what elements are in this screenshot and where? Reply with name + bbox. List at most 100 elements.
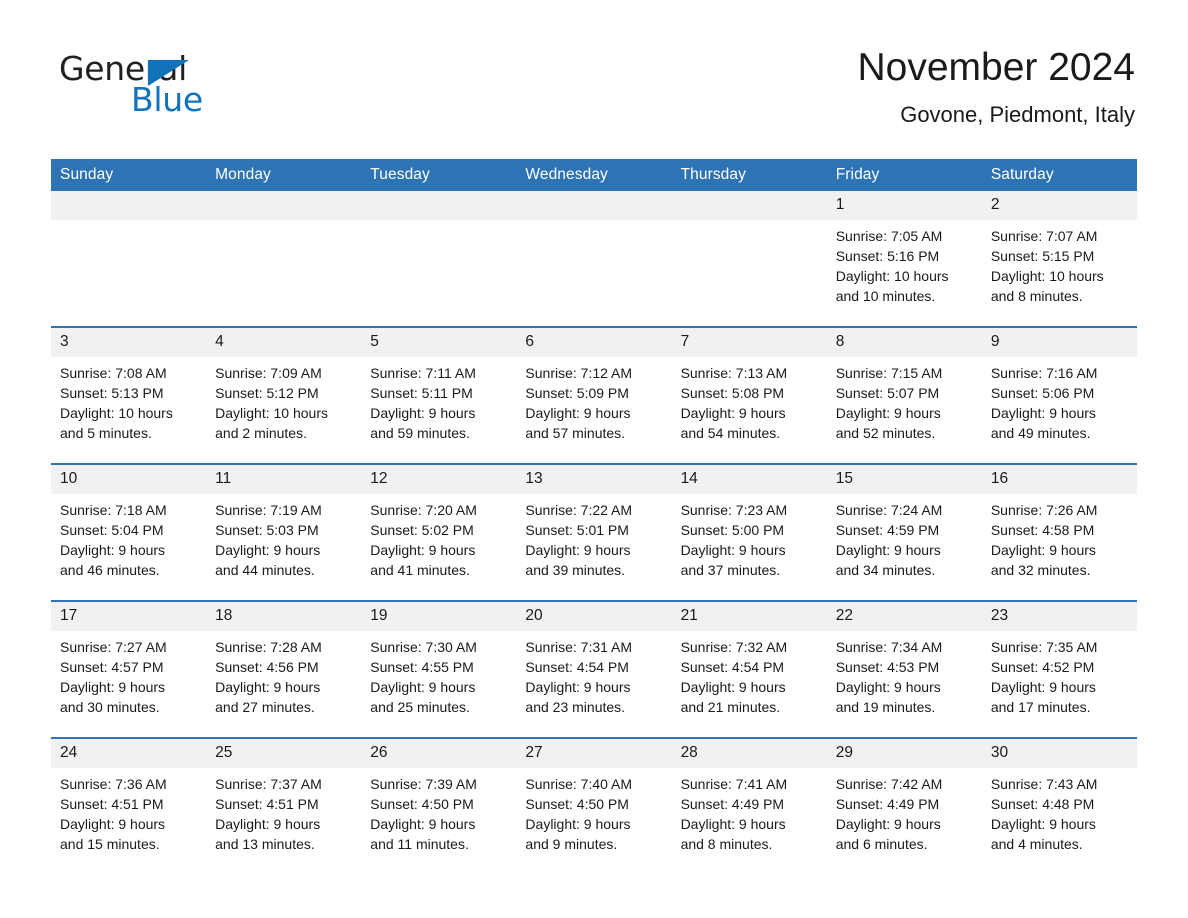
- calendar-grid: Sunday Monday Tuesday Wednesday Thursday…: [51, 159, 1137, 874]
- sunset-text: Sunset: 4:52 PM: [990, 659, 1095, 675]
- calendar-day-cell[interactable]: 19 Sunrise: 7:30 AM Sunset: 4:55 PM Dayligh…: [361, 600, 517, 738]
- daylight-text-line2: and 54 minutes.: [680, 425, 781, 441]
- calendar-day-cell[interactable]: 11 Sunrise: 7:19 AM Sunset: 5:03 PM Dayligh…: [206, 463, 362, 601]
- sunset-text: Sunset: 4:54 PM: [525, 659, 629, 675]
- daylight-text-line2: and 13 minutes.: [215, 836, 315, 852]
- day-sun-info: Sunrise: 7:35 AM Sunset: 4:52 PM Daylight:…: [982, 631, 1137, 717]
- day-cell-content: [516, 191, 672, 326]
- day-sun-info: Sunrise: 7:27 AM Sunset: 4:57 PM Daylight:…: [51, 631, 206, 717]
- daylight-text-line1: Daylight: 9 hours: [525, 542, 631, 558]
- calendar-day-cell[interactable]: 17 Sunrise: 7:27 AM Sunset: 4:57 PM Dayligh…: [51, 600, 207, 738]
- calendar-day-cell[interactable]: 9 Sunrise: 7:16 AM Sunset: 5:06 PM Daylight…: [981, 326, 1137, 464]
- calendar-day-cell-empty: [361, 191, 517, 327]
- day-number: 21: [671, 602, 827, 631]
- daylight-text-line1: Daylight: 10 hours: [990, 268, 1104, 284]
- day-number: 27: [516, 739, 672, 768]
- page-header: General Blue November 2024 Govone, Piedm…: [0, 0, 1188, 150]
- day-cell-content: 6 Sunrise: 7:12 AM Sunset: 5:09 PM Daylight…: [516, 328, 672, 463]
- general-blue-logo[interactable]: General Blue: [59, 52, 289, 122]
- calendar-day-cell[interactable]: 2 Sunrise: 7:07 AM Sunset: 5:15 PM Daylight…: [981, 191, 1137, 327]
- daylight-text-line2: and 39 minutes.: [525, 562, 626, 578]
- calendar-day-cell[interactable]: 22 Sunrise: 7:34 AM Sunset: 4:53 PM Dayligh…: [826, 600, 982, 738]
- daylight-text-line1: Daylight: 9 hours: [835, 542, 941, 558]
- calendar-day-cell[interactable]: 26 Sunrise: 7:39 AM Sunset: 4:50 PM Dayligh…: [361, 737, 517, 874]
- daylight-text-line2: and 9 minutes.: [525, 836, 618, 852]
- day-cell-content: 14 Sunrise: 7:23 AM Sunset: 5:00 PM Dayligh…: [671, 465, 827, 600]
- calendar-day-cell[interactable]: 15 Sunrise: 7:24 AM Sunset: 4:59 PM Dayligh…: [826, 463, 982, 601]
- day-cell-content: 2 Sunrise: 7:07 AM Sunset: 5:15 PM Daylight…: [981, 191, 1137, 326]
- daylight-text-line1: Daylight: 9 hours: [60, 679, 166, 695]
- calendar-day-cell[interactable]: 3 Sunrise: 7:08 AM Sunset: 5:13 PM Daylight…: [51, 326, 207, 464]
- daylight-text-line2: and 5 minutes.: [60, 425, 152, 441]
- day-cell-content: 9 Sunrise: 7:16 AM Sunset: 5:06 PM Daylight…: [981, 328, 1137, 463]
- daylight-text-line2: and 10 minutes.: [835, 288, 936, 304]
- sunset-text: Sunset: 5:00 PM: [680, 522, 785, 538]
- day-sun-info: Sunrise: 7:15 AM Sunset: 5:07 PM Daylight:…: [827, 357, 982, 443]
- calendar-day-cell[interactable]: 24 Sunrise: 7:36 AM Sunset: 4:51 PM Dayligh…: [51, 737, 207, 874]
- daylight-text-line2: and 8 minutes.: [990, 288, 1083, 304]
- day-sun-info: Sunrise: 7:20 AM Sunset: 5:02 PM Daylight:…: [361, 494, 516, 580]
- day-cell-content: 15 Sunrise: 7:24 AM Sunset: 4:59 PM Dayligh…: [826, 465, 982, 600]
- calendar-day-cell[interactable]: 4 Sunrise: 7:09 AM Sunset: 5:12 PM Daylight…: [206, 326, 362, 464]
- sunrise-text: Sunrise: 7:11 AM: [370, 365, 476, 381]
- daylight-text-line1: Daylight: 9 hours: [370, 816, 476, 832]
- day-number: 13: [516, 465, 672, 494]
- calendar-day-cell[interactable]: 16 Sunrise: 7:26 AM Sunset: 4:58 PM Dayligh…: [981, 463, 1137, 601]
- day-sun-info: Sunrise: 7:08 AM Sunset: 5:13 PM Daylight:…: [51, 357, 206, 443]
- day-number: 7: [671, 328, 827, 357]
- day-sun-info: Sunrise: 7:13 AM Sunset: 5:08 PM Daylight:…: [672, 357, 827, 443]
- day-sun-info: Sunrise: 7:19 AM Sunset: 5:03 PM Daylight:…: [206, 494, 361, 580]
- calendar-day-cell[interactable]: 1 Sunrise: 7:05 AM Sunset: 5:16 PM Daylight…: [826, 191, 982, 327]
- daylight-text-line1: Daylight: 9 hours: [525, 405, 631, 421]
- day-cell-content: 30 Sunrise: 7:43 AM Sunset: 4:48 PM Dayligh…: [981, 739, 1137, 874]
- daylight-text-line2: and 27 minutes.: [215, 699, 315, 715]
- weekday-header-tuesday: Tuesday: [361, 159, 517, 191]
- day-cell-content: [671, 191, 827, 326]
- calendar-day-cell[interactable]: 14 Sunrise: 7:23 AM Sunset: 5:00 PM Dayligh…: [671, 463, 827, 601]
- sunrise-text: Sunrise: 7:15 AM: [835, 365, 943, 381]
- day-number: 9: [981, 328, 1137, 357]
- weekday-header-friday: Friday: [826, 159, 982, 191]
- daylight-text-line2: and 4 minutes.: [990, 836, 1083, 852]
- sunset-text: Sunset: 5:16 PM: [835, 248, 940, 264]
- sunset-text: Sunset: 4:51 PM: [215, 796, 319, 812]
- sunrise-text: Sunrise: 7:07 AM: [990, 228, 1098, 244]
- day-cell-content: 26 Sunrise: 7:39 AM Sunset: 4:50 PM Dayligh…: [361, 739, 517, 874]
- calendar-day-cell[interactable]: 5 Sunrise: 7:11 AM Sunset: 5:11 PM Daylight…: [361, 326, 517, 464]
- calendar-day-cell[interactable]: 20 Sunrise: 7:31 AM Sunset: 4:54 PM Dayligh…: [516, 600, 672, 738]
- sunset-text: Sunset: 5:07 PM: [835, 385, 940, 401]
- calendar-day-cell[interactable]: 25 Sunrise: 7:37 AM Sunset: 4:51 PM Dayligh…: [206, 737, 362, 874]
- daylight-text-line2: and 21 minutes.: [680, 699, 781, 715]
- calendar-day-cell-empty: [51, 191, 207, 327]
- calendar-day-cell[interactable]: 28 Sunrise: 7:41 AM Sunset: 4:49 PM Dayligh…: [671, 737, 827, 874]
- sunset-text: Sunset: 4:55 PM: [370, 659, 474, 675]
- daylight-text-line1: Daylight: 9 hours: [990, 679, 1096, 695]
- calendar-week-row: 17 Sunrise: 7:27 AM Sunset: 4:57 PM Dayligh…: [51, 600, 1137, 738]
- calendar-day-cell[interactable]: 30 Sunrise: 7:43 AM Sunset: 4:48 PM Dayligh…: [981, 737, 1137, 874]
- calendar-day-cell[interactable]: 12 Sunrise: 7:20 AM Sunset: 5:02 PM Dayligh…: [361, 463, 517, 601]
- calendar-day-cell[interactable]: 13 Sunrise: 7:22 AM Sunset: 5:01 PM Dayligh…: [516, 463, 672, 601]
- day-number: 18: [206, 602, 362, 631]
- daylight-text-line2: and 6 minutes.: [835, 836, 928, 852]
- day-sun-info: Sunrise: 7:05 AM Sunset: 5:16 PM Daylight:…: [827, 220, 982, 306]
- calendar-day-cell[interactable]: 6 Sunrise: 7:12 AM Sunset: 5:09 PM Daylight…: [516, 326, 672, 464]
- calendar-day-cell[interactable]: 10 Sunrise: 7:18 AM Sunset: 5:04 PM Dayligh…: [51, 463, 207, 601]
- calendar-header-row: Sunday Monday Tuesday Wednesday Thursday…: [51, 159, 1137, 191]
- calendar-day-cell[interactable]: 27 Sunrise: 7:40 AM Sunset: 4:50 PM Dayligh…: [516, 737, 672, 874]
- calendar-day-cell[interactable]: 29 Sunrise: 7:42 AM Sunset: 4:49 PM Dayligh…: [826, 737, 982, 874]
- calendar-week-row: 24 Sunrise: 7:36 AM Sunset: 4:51 PM Dayligh…: [51, 737, 1137, 874]
- daylight-text-line2: and 52 minutes.: [835, 425, 936, 441]
- day-number: 12: [361, 465, 517, 494]
- day-sun-info: Sunrise: 7:16 AM Sunset: 5:06 PM Daylight:…: [982, 357, 1137, 443]
- calendar-day-cell[interactable]: 21 Sunrise: 7:32 AM Sunset: 4:54 PM Dayligh…: [671, 600, 827, 738]
- daylight-text-line2: and 15 minutes.: [60, 836, 160, 852]
- sunrise-text: Sunrise: 7:23 AM: [680, 502, 788, 518]
- sunrise-text: Sunrise: 7:28 AM: [215, 639, 322, 655]
- calendar-day-cell[interactable]: 8 Sunrise: 7:15 AM Sunset: 5:07 PM Daylight…: [826, 326, 982, 464]
- daylight-text-line2: and 34 minutes.: [835, 562, 936, 578]
- calendar-day-cell[interactable]: 7 Sunrise: 7:13 AM Sunset: 5:08 PM Daylight…: [671, 326, 827, 464]
- calendar-day-cell[interactable]: 18 Sunrise: 7:28 AM Sunset: 4:56 PM Dayligh…: [206, 600, 362, 738]
- calendar-day-cell[interactable]: 23 Sunrise: 7:35 AM Sunset: 4:52 PM Dayligh…: [981, 600, 1137, 738]
- day-cell-content: 24 Sunrise: 7:36 AM Sunset: 4:51 PM Dayligh…: [51, 739, 207, 874]
- calendar-day-cell-empty: [516, 191, 672, 327]
